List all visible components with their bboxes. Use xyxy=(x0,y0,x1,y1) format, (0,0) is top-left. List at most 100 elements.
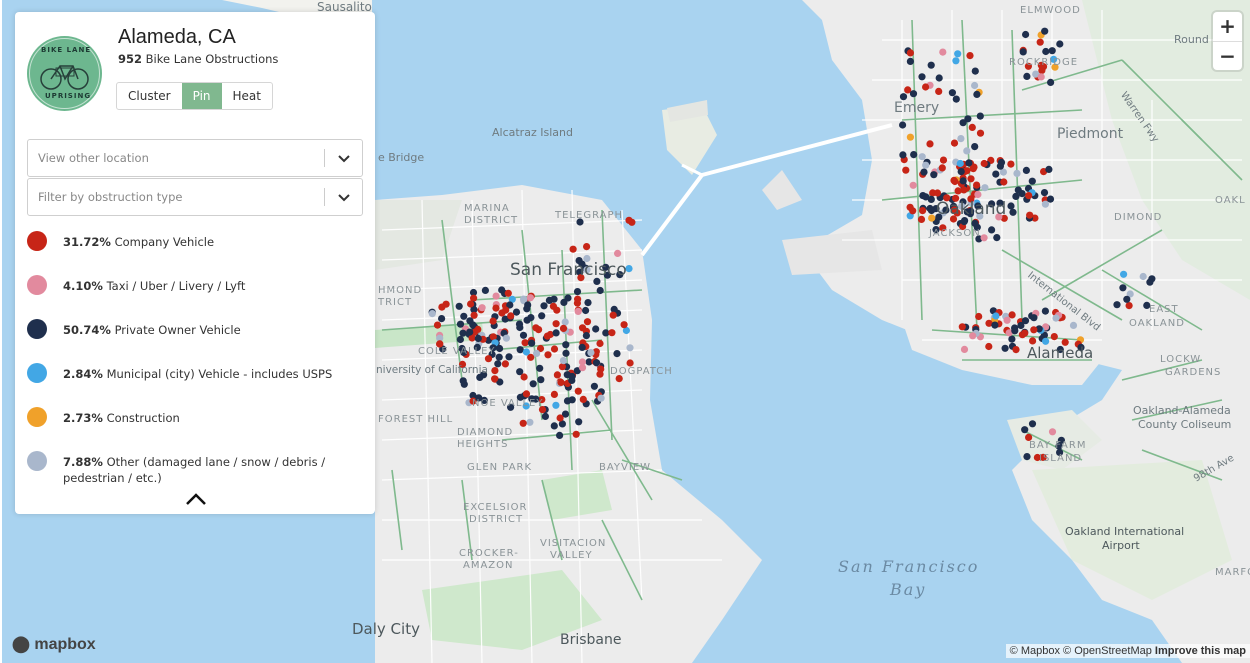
obstruction-pin[interactable] xyxy=(1125,302,1133,310)
obstruction-pin[interactable] xyxy=(1012,346,1020,354)
obstruction-pin[interactable] xyxy=(1046,195,1055,203)
obstruction-pin[interactable] xyxy=(1042,47,1050,56)
obstruction-pin[interactable] xyxy=(590,382,599,390)
obstruction-pin[interactable] xyxy=(562,341,570,349)
obstruction-pin[interactable] xyxy=(973,181,981,189)
obstruction-pin[interactable] xyxy=(957,135,965,143)
obstruction-pin[interactable] xyxy=(976,112,984,120)
obstruction-pin[interactable] xyxy=(620,321,628,329)
obstruction-pin[interactable] xyxy=(550,390,559,398)
obstruction-pin[interactable] xyxy=(478,304,486,312)
obstruction-pin[interactable] xyxy=(922,83,930,91)
obstruction-pin[interactable] xyxy=(906,133,915,141)
obstruction-pin[interactable] xyxy=(516,323,524,332)
obstruction-pin[interactable] xyxy=(582,306,590,315)
obstruction-pin[interactable] xyxy=(522,348,531,356)
obstruction-pin[interactable] xyxy=(980,159,988,168)
obstruction-pin[interactable] xyxy=(609,311,617,319)
obstruction-pin[interactable] xyxy=(572,430,580,438)
obstruction-pin[interactable] xyxy=(579,395,587,403)
obstruction-pin[interactable] xyxy=(578,324,587,332)
obstruction-pin[interactable] xyxy=(536,364,544,372)
obstruction-pin[interactable] xyxy=(985,342,993,351)
obstruction-pin[interactable] xyxy=(922,193,930,201)
obstruction-pin[interactable] xyxy=(974,190,982,199)
obstruction-pin[interactable] xyxy=(992,312,1000,320)
obstruction-pin[interactable] xyxy=(909,207,917,215)
obstruction-pin[interactable] xyxy=(1052,314,1060,322)
location-select[interactable]: View other location xyxy=(27,139,363,177)
obstruction-pin[interactable] xyxy=(1146,278,1154,286)
obstruction-pin[interactable] xyxy=(1009,208,1017,216)
obstruction-pin[interactable] xyxy=(919,207,927,215)
obstruction-pin[interactable] xyxy=(583,318,592,326)
obstruction-pin[interactable] xyxy=(523,305,531,313)
obstruction-pin[interactable] xyxy=(1021,317,1030,325)
obstruction-pin[interactable] xyxy=(519,419,527,427)
obstruction-pin[interactable] xyxy=(597,394,605,402)
obstruction-pin[interactable] xyxy=(557,378,565,386)
obstruction-pin[interactable] xyxy=(902,166,910,174)
obstruction-pin[interactable] xyxy=(1000,178,1008,186)
obstruction-pin[interactable] xyxy=(1041,200,1049,208)
view-pin-button[interactable]: Pin xyxy=(181,83,222,109)
obstruction-pin[interactable] xyxy=(494,360,502,368)
obstruction-pin[interactable] xyxy=(573,288,582,296)
obstruction-pin[interactable] xyxy=(1013,169,1021,177)
obstruction-pin[interactable] xyxy=(1021,329,1029,337)
obstruction-pin[interactable] xyxy=(1028,420,1037,428)
obstruction-pin[interactable] xyxy=(520,373,528,381)
obstruction-pin[interactable] xyxy=(1139,272,1147,281)
obstruction-pin[interactable] xyxy=(562,349,570,357)
obstruction-pin[interactable] xyxy=(910,151,918,159)
obstruction-pin[interactable] xyxy=(980,234,988,242)
obstruction-pin[interactable] xyxy=(906,57,915,65)
obstruction-pin[interactable] xyxy=(467,300,475,308)
obstruction-pin[interactable] xyxy=(1008,311,1016,319)
obstruction-pin[interactable] xyxy=(466,328,474,336)
obstruction-pin[interactable] xyxy=(433,321,442,329)
obstruction-pin[interactable] xyxy=(935,74,943,82)
obstruction-pin[interactable] xyxy=(917,215,926,223)
obstruction-pin[interactable] xyxy=(474,334,482,343)
obstruction-pin[interactable] xyxy=(927,61,935,69)
obstruction-pin[interactable] xyxy=(563,397,572,405)
attribution-osm-link[interactable]: © OpenStreetMap xyxy=(1063,645,1152,657)
obstruction-pin[interactable] xyxy=(541,412,550,420)
obstruction-pin[interactable] xyxy=(582,332,591,340)
obstruction-pin[interactable] xyxy=(1047,78,1055,86)
obstruction-pin[interactable] xyxy=(614,249,622,257)
obstruction-pin[interactable] xyxy=(899,151,907,159)
obstruction-pin[interactable] xyxy=(959,119,967,127)
obstruction-pin[interactable] xyxy=(578,364,587,372)
obstruction-pin[interactable] xyxy=(1050,333,1058,341)
obstruction-pin[interactable] xyxy=(553,306,561,314)
obstruction-pin[interactable] xyxy=(948,89,957,97)
obstruction-pin[interactable] xyxy=(574,307,582,315)
obstruction-pin[interactable] xyxy=(1069,321,1078,329)
view-heat-button[interactable]: Heat xyxy=(222,83,272,109)
obstruction-pin[interactable] xyxy=(1028,177,1036,185)
obstruction-pin[interactable] xyxy=(909,90,918,98)
obstruction-pin[interactable] xyxy=(516,346,524,354)
obstruction-pin[interactable] xyxy=(1045,165,1053,173)
obstruction-pin[interactable] xyxy=(1001,344,1009,352)
obstruction-pin[interactable] xyxy=(491,375,499,383)
obstruction-pin[interactable] xyxy=(559,324,568,332)
obstruction-pin[interactable] xyxy=(521,339,529,347)
obstruction-pin[interactable] xyxy=(918,73,926,81)
obstruction-pin[interactable] xyxy=(613,350,621,358)
obstruction-pin[interactable] xyxy=(1019,48,1027,56)
obstruction-pin[interactable] xyxy=(950,139,959,147)
obstruction-pin[interactable] xyxy=(960,218,968,226)
obstruction-pin[interactable] xyxy=(519,331,528,339)
obstruction-pin[interactable] xyxy=(495,353,503,361)
obstruction-pin[interactable] xyxy=(492,292,500,300)
obstruction-pin[interactable] xyxy=(596,286,604,295)
obstruction-pin[interactable] xyxy=(526,294,535,302)
obstruction-pin[interactable] xyxy=(528,339,536,347)
obstruction-pin[interactable] xyxy=(935,87,943,95)
obstruction-pin[interactable] xyxy=(552,329,560,337)
obstruction-pin[interactable] xyxy=(532,324,540,332)
obstruction-pin[interactable] xyxy=(981,184,989,192)
